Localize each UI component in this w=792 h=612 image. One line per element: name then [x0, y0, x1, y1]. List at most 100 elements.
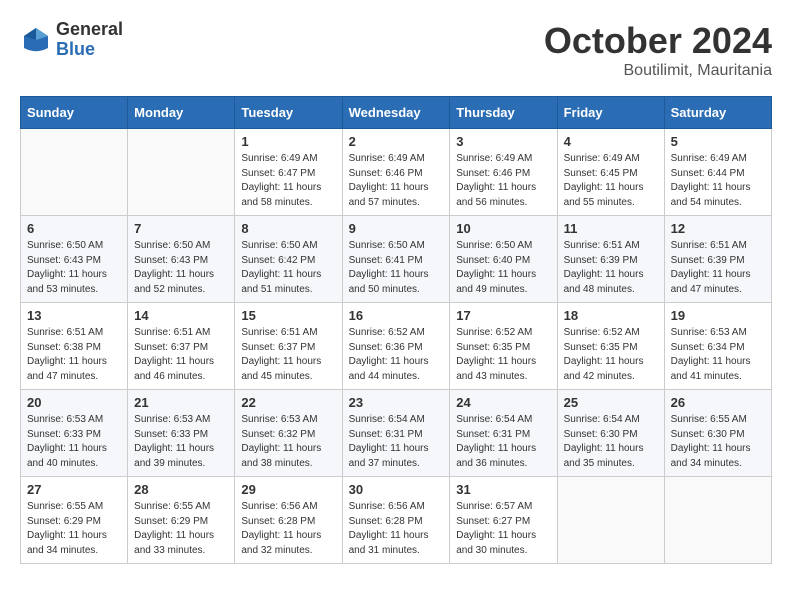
- calendar-day-cell: 16Sunrise: 6:52 AM Sunset: 6:36 PM Dayli…: [342, 303, 450, 390]
- day-detail: Sunrise: 6:54 AM Sunset: 6:30 PM Dayligh…: [564, 413, 658, 471]
- day-number: 21: [134, 395, 228, 410]
- calendar-day-cell: [128, 129, 235, 216]
- calendar-day-cell: 3 Sunrise: 6:49 AM Sunset: 6:46 PM Daylig…: [450, 129, 557, 216]
- header-thursday: Thursday: [450, 97, 557, 129]
- calendar-day-cell: 8Sunrise: 6:50 AM Sunset: 6:42 PM Daylig…: [235, 216, 342, 303]
- day-detail: Sunrise: 6:51 AM Sunset: 6:39 PM Dayligh…: [671, 239, 765, 297]
- day-number: 31: [456, 482, 550, 497]
- day-detail: Sunrise: 6:49 AM Sunset: 6:46 PM Dayligh…: [349, 152, 444, 210]
- calendar-day-cell: [21, 129, 128, 216]
- calendar-day-cell: [664, 477, 771, 564]
- day-detail: Sunrise: 6:50 AM Sunset: 6:40 PM Dayligh…: [456, 239, 550, 297]
- calendar-day-cell: 4Sunrise: 6:49 AM Sunset: 6:45 PM Daylig…: [557, 129, 664, 216]
- day-detail: Sunrise: 6:55 AM Sunset: 6:29 PM Dayligh…: [27, 500, 121, 558]
- calendar-day-cell: 2 Sunrise: 6:49 AM Sunset: 6:46 PM Daylig…: [342, 129, 450, 216]
- day-number: 26: [671, 395, 765, 410]
- calendar-week-row: 1 Sunrise: 6:49 AM Sunset: 6:47 PM Daylig…: [21, 129, 772, 216]
- calendar-day-cell: 20Sunrise: 6:53 AM Sunset: 6:33 PM Dayli…: [21, 390, 128, 477]
- calendar-day-cell: 18 Sunrise: 6:52 AM Sunset: 6:35 PM Dayli…: [557, 303, 664, 390]
- calendar-day-cell: 15Sunrise: 6:51 AM Sunset: 6:37 PM Dayli…: [235, 303, 342, 390]
- day-number: 2: [349, 134, 444, 149]
- calendar-day-cell: 22 Sunrise: 6:53 AM Sunset: 6:32 PM Dayli…: [235, 390, 342, 477]
- header-saturday: Saturday: [664, 97, 771, 129]
- logo-icon: [20, 24, 52, 56]
- logo-general: General: [56, 20, 123, 40]
- day-detail: Sunrise: 6:52 AM Sunset: 6:35 PM Dayligh…: [456, 326, 550, 384]
- calendar-day-cell: 31Sunrise: 6:57 AM Sunset: 6:27 PM Dayli…: [450, 477, 557, 564]
- logo-blue: Blue: [56, 40, 123, 60]
- day-number: 12: [671, 221, 765, 236]
- calendar-week-row: 6 Sunrise: 6:50 AM Sunset: 6:43 PM Daylig…: [21, 216, 772, 303]
- day-detail: Sunrise: 6:53 AM Sunset: 6:32 PM Dayligh…: [241, 413, 335, 471]
- header-sunday: Sunday: [21, 97, 128, 129]
- day-number: 17: [456, 308, 550, 323]
- day-detail: Sunrise: 6:54 AM Sunset: 6:31 PM Dayligh…: [456, 413, 550, 471]
- calendar-week-row: 20Sunrise: 6:53 AM Sunset: 6:33 PM Dayli…: [21, 390, 772, 477]
- day-detail: Sunrise: 6:50 AM Sunset: 6:43 PM Dayligh…: [27, 239, 121, 297]
- calendar-day-cell: 9 Sunrise: 6:50 AM Sunset: 6:41 PM Daylig…: [342, 216, 450, 303]
- calendar-day-cell: 11Sunrise: 6:51 AM Sunset: 6:39 PM Dayli…: [557, 216, 664, 303]
- calendar-day-cell: [557, 477, 664, 564]
- calendar-day-cell: 10 Sunrise: 6:50 AM Sunset: 6:40 PM Dayli…: [450, 216, 557, 303]
- calendar-day-cell: 28Sunrise: 6:55 AM Sunset: 6:29 PM Dayli…: [128, 477, 235, 564]
- day-detail: Sunrise: 6:49 AM Sunset: 6:46 PM Dayligh…: [456, 152, 550, 210]
- calendar-week-row: 27 Sunrise: 6:55 AM Sunset: 6:29 PM Dayli…: [21, 477, 772, 564]
- calendar-location: Boutilimit, Mauritania: [544, 62, 772, 80]
- page-header: General Blue October 2024 Boutilimit, Ma…: [20, 20, 772, 80]
- calendar-day-cell: 21Sunrise: 6:53 AM Sunset: 6:33 PM Dayli…: [128, 390, 235, 477]
- day-detail: Sunrise: 6:51 AM Sunset: 6:39 PM Dayligh…: [564, 239, 658, 297]
- calendar-day-cell: 17 Sunrise: 6:52 AM Sunset: 6:35 PM Dayli…: [450, 303, 557, 390]
- day-detail: Sunrise: 6:55 AM Sunset: 6:29 PM Dayligh…: [134, 500, 228, 558]
- day-detail: Sunrise: 6:49 AM Sunset: 6:47 PM Dayligh…: [241, 152, 335, 210]
- day-number: 15: [241, 308, 335, 323]
- calendar-day-cell: 27 Sunrise: 6:55 AM Sunset: 6:29 PM Dayli…: [21, 477, 128, 564]
- day-detail: Sunrise: 6:56 AM Sunset: 6:28 PM Dayligh…: [349, 500, 444, 558]
- day-number: 4: [564, 134, 658, 149]
- title-block: October 2024 Boutilimit, Mauritania: [544, 20, 772, 80]
- calendar-day-cell: 25Sunrise: 6:54 AM Sunset: 6:30 PM Dayli…: [557, 390, 664, 477]
- day-number: 13: [27, 308, 121, 323]
- day-number: 6: [27, 221, 121, 236]
- day-number: 24: [456, 395, 550, 410]
- calendar-day-cell: 1 Sunrise: 6:49 AM Sunset: 6:47 PM Daylig…: [235, 129, 342, 216]
- day-detail: Sunrise: 6:55 AM Sunset: 6:30 PM Dayligh…: [671, 413, 765, 471]
- day-number: 3: [456, 134, 550, 149]
- day-detail: Sunrise: 6:50 AM Sunset: 6:43 PM Dayligh…: [134, 239, 228, 297]
- day-number: 7: [134, 221, 228, 236]
- calendar-day-cell: 24 Sunrise: 6:54 AM Sunset: 6:31 PM Dayli…: [450, 390, 557, 477]
- day-number: 10: [456, 221, 550, 236]
- day-detail: Sunrise: 6:50 AM Sunset: 6:41 PM Dayligh…: [349, 239, 444, 297]
- day-number: 29: [241, 482, 335, 497]
- day-detail: Sunrise: 6:51 AM Sunset: 6:37 PM Dayligh…: [134, 326, 228, 384]
- calendar-day-cell: 26 Sunrise: 6:55 AM Sunset: 6:30 PM Dayli…: [664, 390, 771, 477]
- calendar-day-cell: 19 Sunrise: 6:53 AM Sunset: 6:34 PM Dayli…: [664, 303, 771, 390]
- calendar-day-cell: 6 Sunrise: 6:50 AM Sunset: 6:43 PM Daylig…: [21, 216, 128, 303]
- calendar-day-cell: 14Sunrise: 6:51 AM Sunset: 6:37 PM Dayli…: [128, 303, 235, 390]
- day-number: 9: [349, 221, 444, 236]
- day-number: 18: [564, 308, 658, 323]
- calendar-header-row: Sunday Monday Tuesday Wednesday Thursday…: [21, 97, 772, 129]
- day-detail: Sunrise: 6:50 AM Sunset: 6:42 PM Dayligh…: [241, 239, 335, 297]
- header-monday: Monday: [128, 97, 235, 129]
- logo: General Blue: [20, 20, 123, 60]
- calendar-day-cell: 13 Sunrise: 6:51 AM Sunset: 6:38 PM Dayli…: [21, 303, 128, 390]
- calendar-day-cell: 23Sunrise: 6:54 AM Sunset: 6:31 PM Dayli…: [342, 390, 450, 477]
- calendar-day-cell: 29 Sunrise: 6:56 AM Sunset: 6:28 PM Dayli…: [235, 477, 342, 564]
- day-detail: Sunrise: 6:52 AM Sunset: 6:35 PM Dayligh…: [564, 326, 658, 384]
- day-number: 27: [27, 482, 121, 497]
- calendar-title: October 2024: [544, 20, 772, 62]
- day-number: 22: [241, 395, 335, 410]
- header-friday: Friday: [557, 97, 664, 129]
- day-detail: Sunrise: 6:53 AM Sunset: 6:34 PM Dayligh…: [671, 326, 765, 384]
- calendar-day-cell: 12 Sunrise: 6:51 AM Sunset: 6:39 PM Dayli…: [664, 216, 771, 303]
- logo-text: General Blue: [56, 20, 123, 60]
- day-number: 19: [671, 308, 765, 323]
- day-number: 23: [349, 395, 444, 410]
- calendar-day-cell: 5Sunrise: 6:49 AM Sunset: 6:44 PM Daylig…: [664, 129, 771, 216]
- day-number: 5: [671, 134, 765, 149]
- header-wednesday: Wednesday: [342, 97, 450, 129]
- day-number: 30: [349, 482, 444, 497]
- day-detail: Sunrise: 6:51 AM Sunset: 6:38 PM Dayligh…: [27, 326, 121, 384]
- day-detail: Sunrise: 6:56 AM Sunset: 6:28 PM Dayligh…: [241, 500, 335, 558]
- day-number: 1: [241, 134, 335, 149]
